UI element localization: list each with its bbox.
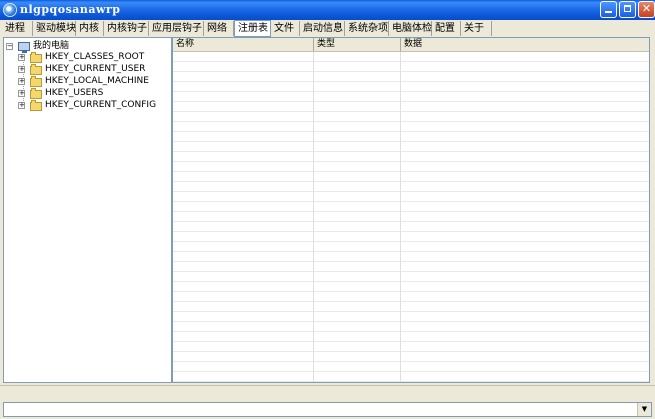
folder-icon bbox=[30, 76, 42, 87]
tab-bar: 进程 驱动模块 内核 内核钩子 应用层钩子 网络 注册表 文件 启动信息 系统杂… bbox=[0, 20, 655, 37]
maximize-button[interactable] bbox=[619, 1, 636, 18]
status-bar bbox=[0, 385, 655, 400]
folder-icon bbox=[30, 88, 42, 99]
close-icon: ✕ bbox=[641, 2, 652, 15]
tab-registry[interactable]: 注册表 bbox=[234, 20, 271, 37]
minimize-button[interactable] bbox=[600, 1, 617, 18]
bottom-dropdown[interactable]: ▼ bbox=[3, 402, 652, 417]
tab-kernel[interactable]: 内核 bbox=[76, 21, 104, 36]
maximize-icon bbox=[624, 5, 631, 12]
tab-kernel-hooks[interactable]: 内核钩子 bbox=[104, 21, 149, 36]
list-rows[interactable] bbox=[173, 52, 649, 382]
tree-node-label: HKEY_LOCAL_MACHINE bbox=[45, 76, 149, 86]
column-divider bbox=[313, 52, 314, 382]
expand-icon[interactable]: + bbox=[18, 90, 25, 97]
collapse-icon[interactable]: − bbox=[6, 43, 13, 50]
window-title: nlgpqosanawrp bbox=[20, 3, 121, 16]
close-button[interactable]: ✕ bbox=[638, 1, 655, 18]
column-header-type[interactable]: 类型 bbox=[314, 38, 401, 51]
tab-files[interactable]: 文件 bbox=[271, 21, 300, 36]
folder-icon bbox=[30, 100, 42, 111]
expand-icon[interactable]: + bbox=[18, 78, 25, 85]
tree-node-label: 我的电脑 bbox=[33, 41, 70, 51]
tab-driver-modules[interactable]: 驱动模块 bbox=[33, 21, 76, 36]
title-bar[interactable]: nlgpqosanawrp ✕ bbox=[0, 0, 655, 20]
registry-values-list[interactable]: 名称 类型 数据 bbox=[172, 37, 650, 383]
tab-settings[interactable]: 配置 bbox=[432, 21, 461, 36]
expand-icon[interactable]: + bbox=[18, 66, 25, 73]
chevron-down-icon[interactable]: ▼ bbox=[637, 403, 651, 416]
expand-icon[interactable]: + bbox=[18, 54, 25, 61]
tab-about[interactable]: 关于 bbox=[461, 21, 492, 36]
tab-network[interactable]: 网络 bbox=[204, 21, 234, 36]
column-divider bbox=[400, 52, 401, 382]
tab-processes[interactable]: 进程 bbox=[2, 21, 33, 36]
tab-startup-info[interactable]: 启动信息 bbox=[300, 21, 345, 36]
folder-icon bbox=[30, 64, 42, 75]
folder-icon bbox=[30, 52, 42, 63]
app-window: nlgpqosanawrp ✕ 进程 驱动模块 内核 内核钩子 应用层钩子 网络… bbox=[0, 0, 655, 419]
tree-node-label: HKEY_CURRENT_CONFIG bbox=[45, 100, 157, 110]
computer-icon bbox=[18, 42, 30, 53]
app-icon bbox=[3, 3, 17, 17]
tab-pc-checkup[interactable]: 电脑体检 bbox=[389, 21, 432, 36]
column-header-name[interactable]: 名称 bbox=[173, 38, 314, 51]
tab-app-hooks[interactable]: 应用层钩子 bbox=[149, 21, 204, 36]
tree-node-label: HKEY_CLASSES_ROOT bbox=[45, 52, 145, 62]
column-header-data[interactable]: 数据 bbox=[401, 38, 649, 51]
tree-node-label: HKEY_USERS bbox=[45, 88, 104, 98]
list-header: 名称 类型 数据 bbox=[173, 38, 649, 52]
expand-icon[interactable]: + bbox=[18, 102, 25, 109]
minimize-icon bbox=[605, 11, 612, 13]
tab-system-misc[interactable]: 系统杂项 bbox=[345, 21, 389, 36]
tree-node-label: HKEY_CURRENT_USER bbox=[45, 64, 146, 74]
registry-tree[interactable]: − 我的电脑 + HKEY_CLASSES_ROOT + HKEY_CURREN… bbox=[3, 37, 172, 383]
